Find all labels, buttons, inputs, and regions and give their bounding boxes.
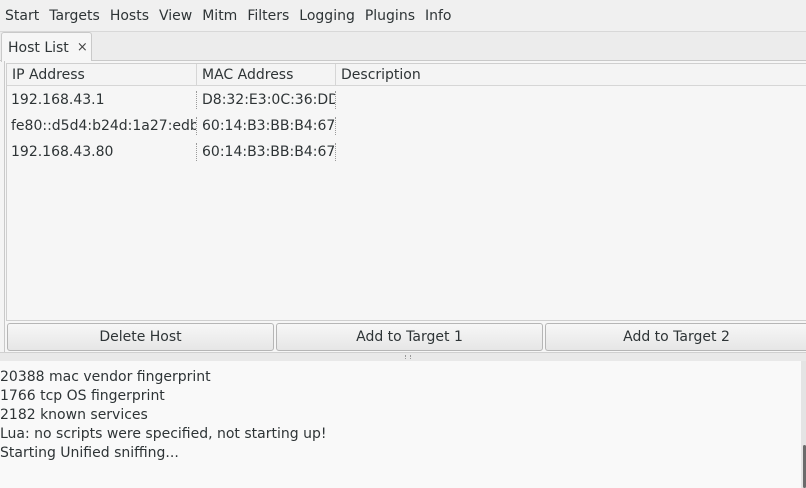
host-list-panel: IP Address MAC Address Description 192.1… [4,61,806,352]
menu-view[interactable]: View [154,0,197,32]
close-icon[interactable]: × [77,40,88,55]
cell-description [335,143,806,161]
delete-host-button[interactable]: Delete Host [7,323,274,351]
log-scrollbar[interactable] [801,361,806,488]
menu-hosts[interactable]: Hosts [105,0,154,32]
log-output: 20388 mac vendor fingerprint 1766 tcp OS… [0,361,806,488]
menu-filters[interactable]: Filters [242,0,294,32]
add-to-target-2-button[interactable]: Add to Target 2 [545,323,806,351]
tab-strip: Host List × [0,32,806,62]
log-line: Starting Unified sniffing... [0,445,179,461]
cell-ip: 192.168.43.1 [11,92,105,108]
table-row[interactable]: 192.168.43.80 60:14:B3:BB:B4:67 [7,139,806,165]
cell-description [335,91,806,109]
table-row[interactable]: 192.168.43.1 D8:32:E3:0C:36:DD [7,87,806,113]
cell-ip: 192.168.43.80 [11,144,114,160]
tab-label: Host List [8,39,69,56]
cell-ip: fe80::d5d4:b24d:1a27:edb6 [11,118,196,134]
grip-icon [405,355,411,359]
tab-host-list[interactable]: Host List × [1,32,92,62]
host-table: IP Address MAC Address Description 192.1… [6,63,806,321]
menu-info[interactable]: Info [420,0,457,32]
table-row[interactable]: fe80::d5d4:b24d:1a27:edb6 60:14:B3:BB:B4… [7,113,806,139]
log-line: Lua: no scripts were specified, not star… [0,426,327,442]
column-header-ip[interactable]: IP Address [7,64,196,86]
menu-logging[interactable]: Logging [294,0,360,32]
log-line: 1766 tcp OS fingerprint [0,388,165,404]
menubar: Start Targets Hosts View Mitm Filters Lo… [0,0,806,32]
column-header-mac[interactable]: MAC Address [196,64,335,86]
cell-description [335,117,806,135]
log-line: 20388 mac vendor fingerprint [0,369,211,385]
cell-mac: D8:32:E3:0C:36:DD [196,91,335,109]
cell-mac: 60:14:B3:BB:B4:67 [196,117,335,135]
host-actions: Delete Host Add to Target 1 Add to Targe… [7,323,806,351]
cell-mac: 60:14:B3:BB:B4:67 [196,143,335,161]
table-body: 192.168.43.1 D8:32:E3:0C:36:DD fe80::d5d… [7,87,806,165]
menu-plugins[interactable]: Plugins [360,0,420,32]
menu-start[interactable]: Start [0,0,44,32]
ettercap-window: Start Targets Hosts View Mitm Filters Lo… [0,0,806,488]
add-to-target-1-button[interactable]: Add to Target 1 [276,323,543,351]
table-header: IP Address MAC Address Description [7,64,806,86]
menu-targets[interactable]: Targets [44,0,105,32]
column-header-description[interactable]: Description [335,64,806,86]
pane-resize-handle[interactable] [0,352,806,361]
log-line: 2182 known services [0,407,148,423]
menu-mitm[interactable]: Mitm [197,0,242,32]
